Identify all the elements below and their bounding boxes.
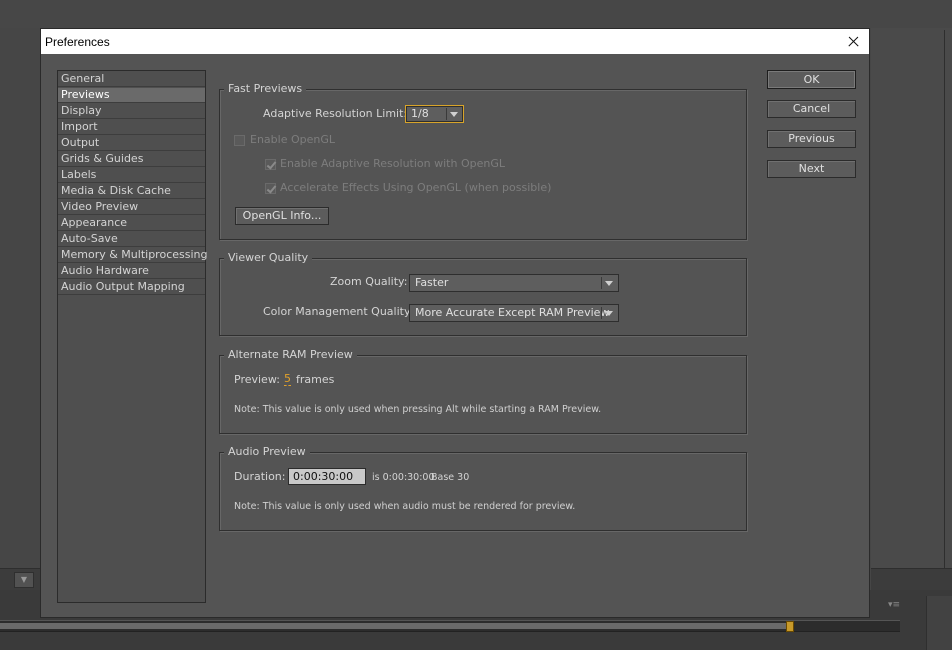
preview-frames-value[interactable]: 5 bbox=[284, 373, 291, 386]
category-item-previews[interactable]: Previews bbox=[58, 88, 205, 103]
viewer-quality-group: Viewer Quality Zoom Quality: Faster Colo… bbox=[219, 251, 747, 336]
timebase-info: Base 30 bbox=[431, 472, 470, 483]
ram-preview-group: Alternate RAM Preview Preview: 5 frames … bbox=[219, 348, 747, 434]
dropdown-separator bbox=[446, 108, 447, 120]
category-item-audio-hardware[interactable]: Audio Hardware bbox=[58, 264, 205, 279]
category-item-output[interactable]: Output bbox=[58, 136, 205, 151]
duration-label: Duration: bbox=[234, 470, 286, 483]
background-app-area bbox=[0, 0, 952, 28]
color-management-label: Color Management Quality: bbox=[263, 305, 414, 318]
viewer-quality-title: Viewer Quality bbox=[224, 251, 313, 264]
dropdown-separator bbox=[601, 277, 602, 289]
category-item-general[interactable]: General bbox=[58, 72, 205, 87]
category-item-memory-multiprocessing[interactable]: Memory & Multiprocessing bbox=[58, 248, 207, 263]
category-item-audio-output-mapping[interactable]: Audio Output Mapping bbox=[58, 280, 205, 295]
fast-previews-title: Fast Previews bbox=[224, 82, 307, 95]
background-right-toolbar bbox=[871, 568, 952, 591]
chevron-down-icon bbox=[450, 112, 458, 117]
time-ruler-work-area bbox=[0, 623, 788, 629]
ram-preview-note: Note: This value is only used when press… bbox=[234, 404, 602, 415]
category-item-media-disk-cache[interactable]: Media & Disk Cache bbox=[58, 184, 205, 199]
playhead-handle[interactable] bbox=[786, 621, 794, 632]
background-side-panel bbox=[926, 596, 952, 650]
adaptive-resolution-label: Adaptive Resolution Limit: bbox=[263, 107, 408, 120]
adaptive-resolution-value: 1/8 bbox=[411, 107, 429, 120]
preferences-dialog: Preferences General Previews Display Import… bbox=[40, 28, 870, 618]
chevron-down-icon bbox=[605, 311, 613, 316]
preview-frames-label: Preview: bbox=[234, 373, 280, 386]
category-item-auto-save[interactable]: Auto-Save bbox=[58, 232, 205, 247]
next-button[interactable]: Next bbox=[767, 160, 856, 178]
audio-preview-group: Audio Preview Duration: 0:00:30:00 is 0:… bbox=[219, 445, 747, 531]
zoom-quality-label: Zoom Quality: bbox=[330, 275, 408, 288]
category-item-video-preview[interactable]: Video Preview bbox=[58, 200, 205, 215]
chevron-down-icon bbox=[605, 281, 613, 286]
category-list: General Previews Display Import Output Grids … bbox=[57, 70, 207, 603]
dialog-title: Preferences bbox=[45, 35, 110, 49]
background-divider bbox=[944, 30, 945, 570]
color-management-value: More Accurate Except RAM Preview bbox=[415, 306, 610, 319]
ram-preview-title: Alternate RAM Preview bbox=[224, 348, 357, 361]
zoom-quality-value: Faster bbox=[415, 276, 449, 289]
preview-frames-unit: frames bbox=[296, 373, 335, 386]
category-item-grids-guides[interactable]: Grids & Guides bbox=[58, 152, 205, 167]
category-item-appearance[interactable]: Appearance bbox=[58, 216, 205, 231]
background-left-toolbar: ▼ bbox=[0, 568, 40, 591]
adaptive-opengl-checkbox[interactable] bbox=[265, 159, 276, 170]
fast-previews-group: Fast Previews Adaptive Resolution Limit:… bbox=[219, 82, 747, 240]
category-item-import[interactable]: Import bbox=[58, 120, 205, 135]
audio-preview-note: Note: This value is only used when audio… bbox=[234, 501, 576, 512]
close-icon[interactable] bbox=[837, 29, 869, 54]
opengl-info-button[interactable]: OpenGL Info... bbox=[235, 207, 329, 225]
duration-info: is 0:00:30:00 bbox=[372, 472, 435, 483]
background-time-ruler[interactable] bbox=[0, 620, 900, 632]
enable-opengl-checkbox[interactable] bbox=[234, 135, 245, 146]
panel-menu-icon[interactable]: ▾≡ bbox=[888, 600, 900, 610]
previous-button[interactable]: Previous bbox=[767, 130, 856, 148]
cancel-button[interactable]: Cancel bbox=[767, 100, 856, 118]
audio-preview-title: Audio Preview bbox=[224, 445, 310, 458]
enable-opengl-label: Enable OpenGL bbox=[250, 133, 335, 146]
category-item-display[interactable]: Display bbox=[58, 104, 205, 119]
background-right-panel bbox=[871, 28, 952, 588]
accelerate-effects-label: Accelerate Effects Using OpenGL (when po… bbox=[280, 181, 552, 194]
zoom-quality-dropdown[interactable]: Faster bbox=[409, 274, 619, 292]
ok-button[interactable]: OK bbox=[767, 70, 856, 89]
adaptive-resolution-dropdown[interactable]: 1/8 bbox=[405, 105, 464, 123]
dialog-titlebar[interactable]: Preferences bbox=[41, 29, 869, 54]
accelerate-effects-checkbox[interactable] bbox=[265, 183, 276, 194]
color-management-dropdown[interactable]: More Accurate Except RAM Preview bbox=[409, 304, 619, 322]
duration-input[interactable]: 0:00:30:00 bbox=[288, 468, 366, 485]
dropdown-separator bbox=[601, 307, 602, 319]
chevron-down-icon[interactable]: ▼ bbox=[14, 572, 34, 588]
adaptive-opengl-label: Enable Adaptive Resolution with OpenGL bbox=[280, 157, 505, 170]
category-item-labels[interactable]: Labels bbox=[58, 168, 205, 183]
